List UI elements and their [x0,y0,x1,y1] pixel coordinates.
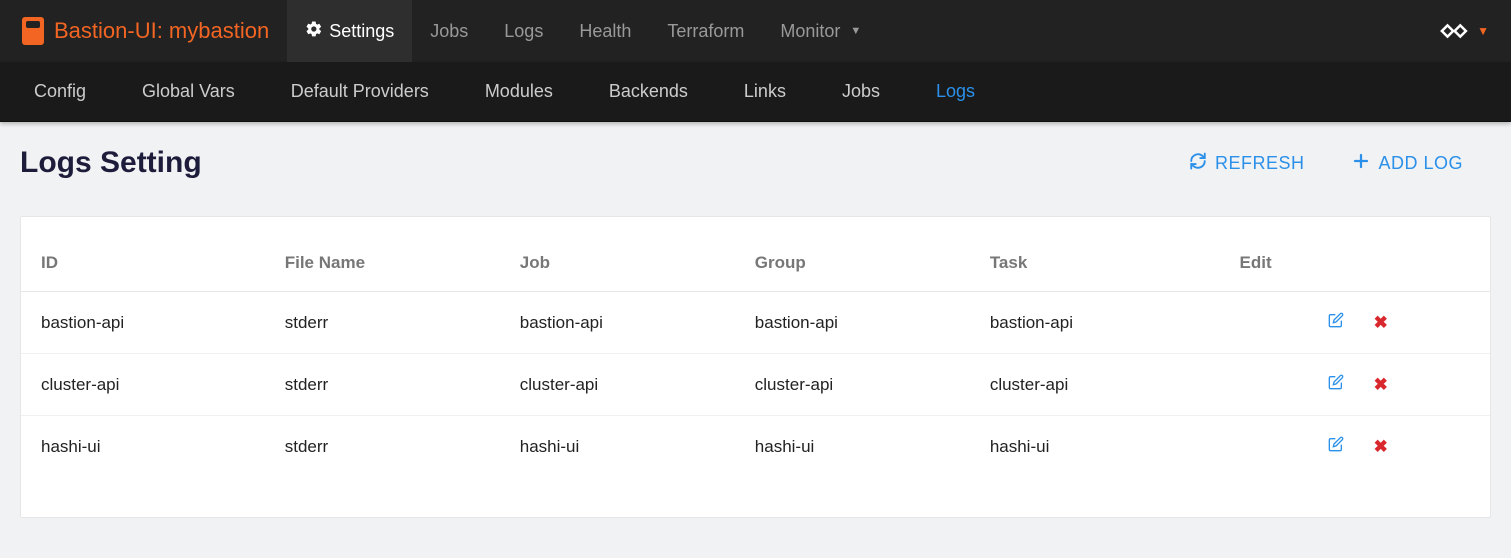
subnav: Config Global Vars Default Providers Mod… [0,62,1511,122]
cell-task: bastion-api [976,292,1226,354]
edit-button[interactable] [1322,312,1350,333]
subnav-label: Jobs [842,81,880,102]
cell-group: cluster-api [741,354,976,416]
topnav-right: ▼ [1439,0,1511,62]
cell-edit: ✖ [1226,292,1490,354]
cell-task: cluster-api [976,354,1226,416]
delete-button[interactable]: ✖ [1368,375,1394,395]
delete-button[interactable]: ✖ [1368,313,1394,333]
close-icon: ✖ [1374,313,1388,332]
cell-id: hashi-ui [21,416,271,478]
logs-table-card: ID File Name Job Group Task Edit bastion… [20,216,1491,518]
page-actions: REFRESH ADD LOG [1189,152,1491,175]
close-icon: ✖ [1374,437,1388,456]
edit-button[interactable] [1322,374,1350,395]
cell-file: stderr [271,354,506,416]
close-icon: ✖ [1374,375,1388,394]
topnav-label: Terraform [667,21,744,42]
page-content: Logs Setting REFRESH ADD LOG ID File Nam [0,122,1511,558]
top-navbar: Bastion-UI: mybastion Settings Jobs Logs… [0,0,1511,62]
topnav-item-settings[interactable]: Settings [287,0,412,62]
th-edit: Edit [1226,237,1490,292]
cell-id: cluster-api [21,354,271,416]
topnav-item-logs[interactable]: Logs [486,0,561,62]
topnav-items: Settings Jobs Logs Health Terraform Moni… [287,0,879,62]
th-group: Group [741,237,976,292]
edit-icon [1328,313,1344,332]
th-id: ID [21,237,271,292]
topnav-label: Logs [504,21,543,42]
edit-icon [1328,437,1344,456]
topnav-item-jobs[interactable]: Jobs [412,0,486,62]
cell-task: hashi-ui [976,416,1226,478]
delete-button[interactable]: ✖ [1368,437,1394,457]
table-row: bastion-apistderrbastion-apibastion-apib… [21,292,1490,354]
subnav-label: Config [34,81,86,102]
table-row: cluster-apistderrcluster-apicluster-apic… [21,354,1490,416]
app-switcher-icon[interactable] [1439,19,1473,43]
cell-job: bastion-api [506,292,741,354]
cell-file: stderr [271,416,506,478]
cell-edit: ✖ [1226,354,1490,416]
subnav-item-modules[interactable]: Modules [457,62,581,121]
th-job: Job [506,237,741,292]
logs-table: ID File Name Job Group Task Edit bastion… [21,237,1490,477]
subnav-label: Modules [485,81,553,102]
chevron-down-icon[interactable]: ▼ [1477,24,1489,38]
subnav-label: Global Vars [142,81,235,102]
table-row: hashi-uistderrhashi-uihashi-uihashi-ui✖ [21,416,1490,478]
refresh-label: REFRESH [1215,153,1305,174]
refresh-icon [1189,152,1207,175]
subnav-label: Logs [936,81,975,102]
subnav-item-global-vars[interactable]: Global Vars [114,62,263,121]
brand-link[interactable]: Bastion-UI: mybastion [0,0,287,62]
topnav-item-terraform[interactable]: Terraform [649,0,762,62]
brand-logo-icon [22,17,44,45]
brand-name: Bastion-UI: mybastion [54,18,269,44]
th-file: File Name [271,237,506,292]
th-task: Task [976,237,1226,292]
topnav-item-health[interactable]: Health [561,0,649,62]
edit-icon [1328,375,1344,394]
subnav-label: Default Providers [291,81,429,102]
topnav-label: Health [579,21,631,42]
subnav-label: Links [744,81,786,102]
topnav-label: Monitor [780,21,840,42]
add-log-button[interactable]: ADD LOG [1352,152,1463,175]
subnav-item-jobs[interactable]: Jobs [814,62,908,121]
cell-group: bastion-api [741,292,976,354]
subnav-item-config[interactable]: Config [0,62,114,121]
subnav-item-logs[interactable]: Logs [908,62,1003,121]
topnav-label: Settings [329,21,394,42]
chevron-down-icon: ▼ [850,25,861,37]
subnav-item-default-providers[interactable]: Default Providers [263,62,457,121]
topnav-label: Jobs [430,21,468,42]
gear-icon [305,20,323,43]
page-title: Logs Setting [20,146,202,180]
topnav-item-monitor[interactable]: Monitor ▼ [762,0,879,62]
edit-button[interactable] [1322,436,1350,457]
refresh-button[interactable]: REFRESH [1189,152,1305,175]
table-header-row: ID File Name Job Group Task Edit [21,237,1490,292]
subnav-label: Backends [609,81,688,102]
page-header: Logs Setting REFRESH ADD LOG [20,146,1491,180]
cell-job: cluster-api [506,354,741,416]
table-body: bastion-apistderrbastion-apibastion-apib… [21,292,1490,478]
cell-edit: ✖ [1226,416,1490,478]
cell-group: hashi-ui [741,416,976,478]
cell-id: bastion-api [21,292,271,354]
plus-icon [1352,152,1370,175]
cell-file: stderr [271,292,506,354]
subnav-item-links[interactable]: Links [716,62,814,121]
cell-job: hashi-ui [506,416,741,478]
add-log-label: ADD LOG [1378,153,1463,174]
subnav-item-backends[interactable]: Backends [581,62,716,121]
